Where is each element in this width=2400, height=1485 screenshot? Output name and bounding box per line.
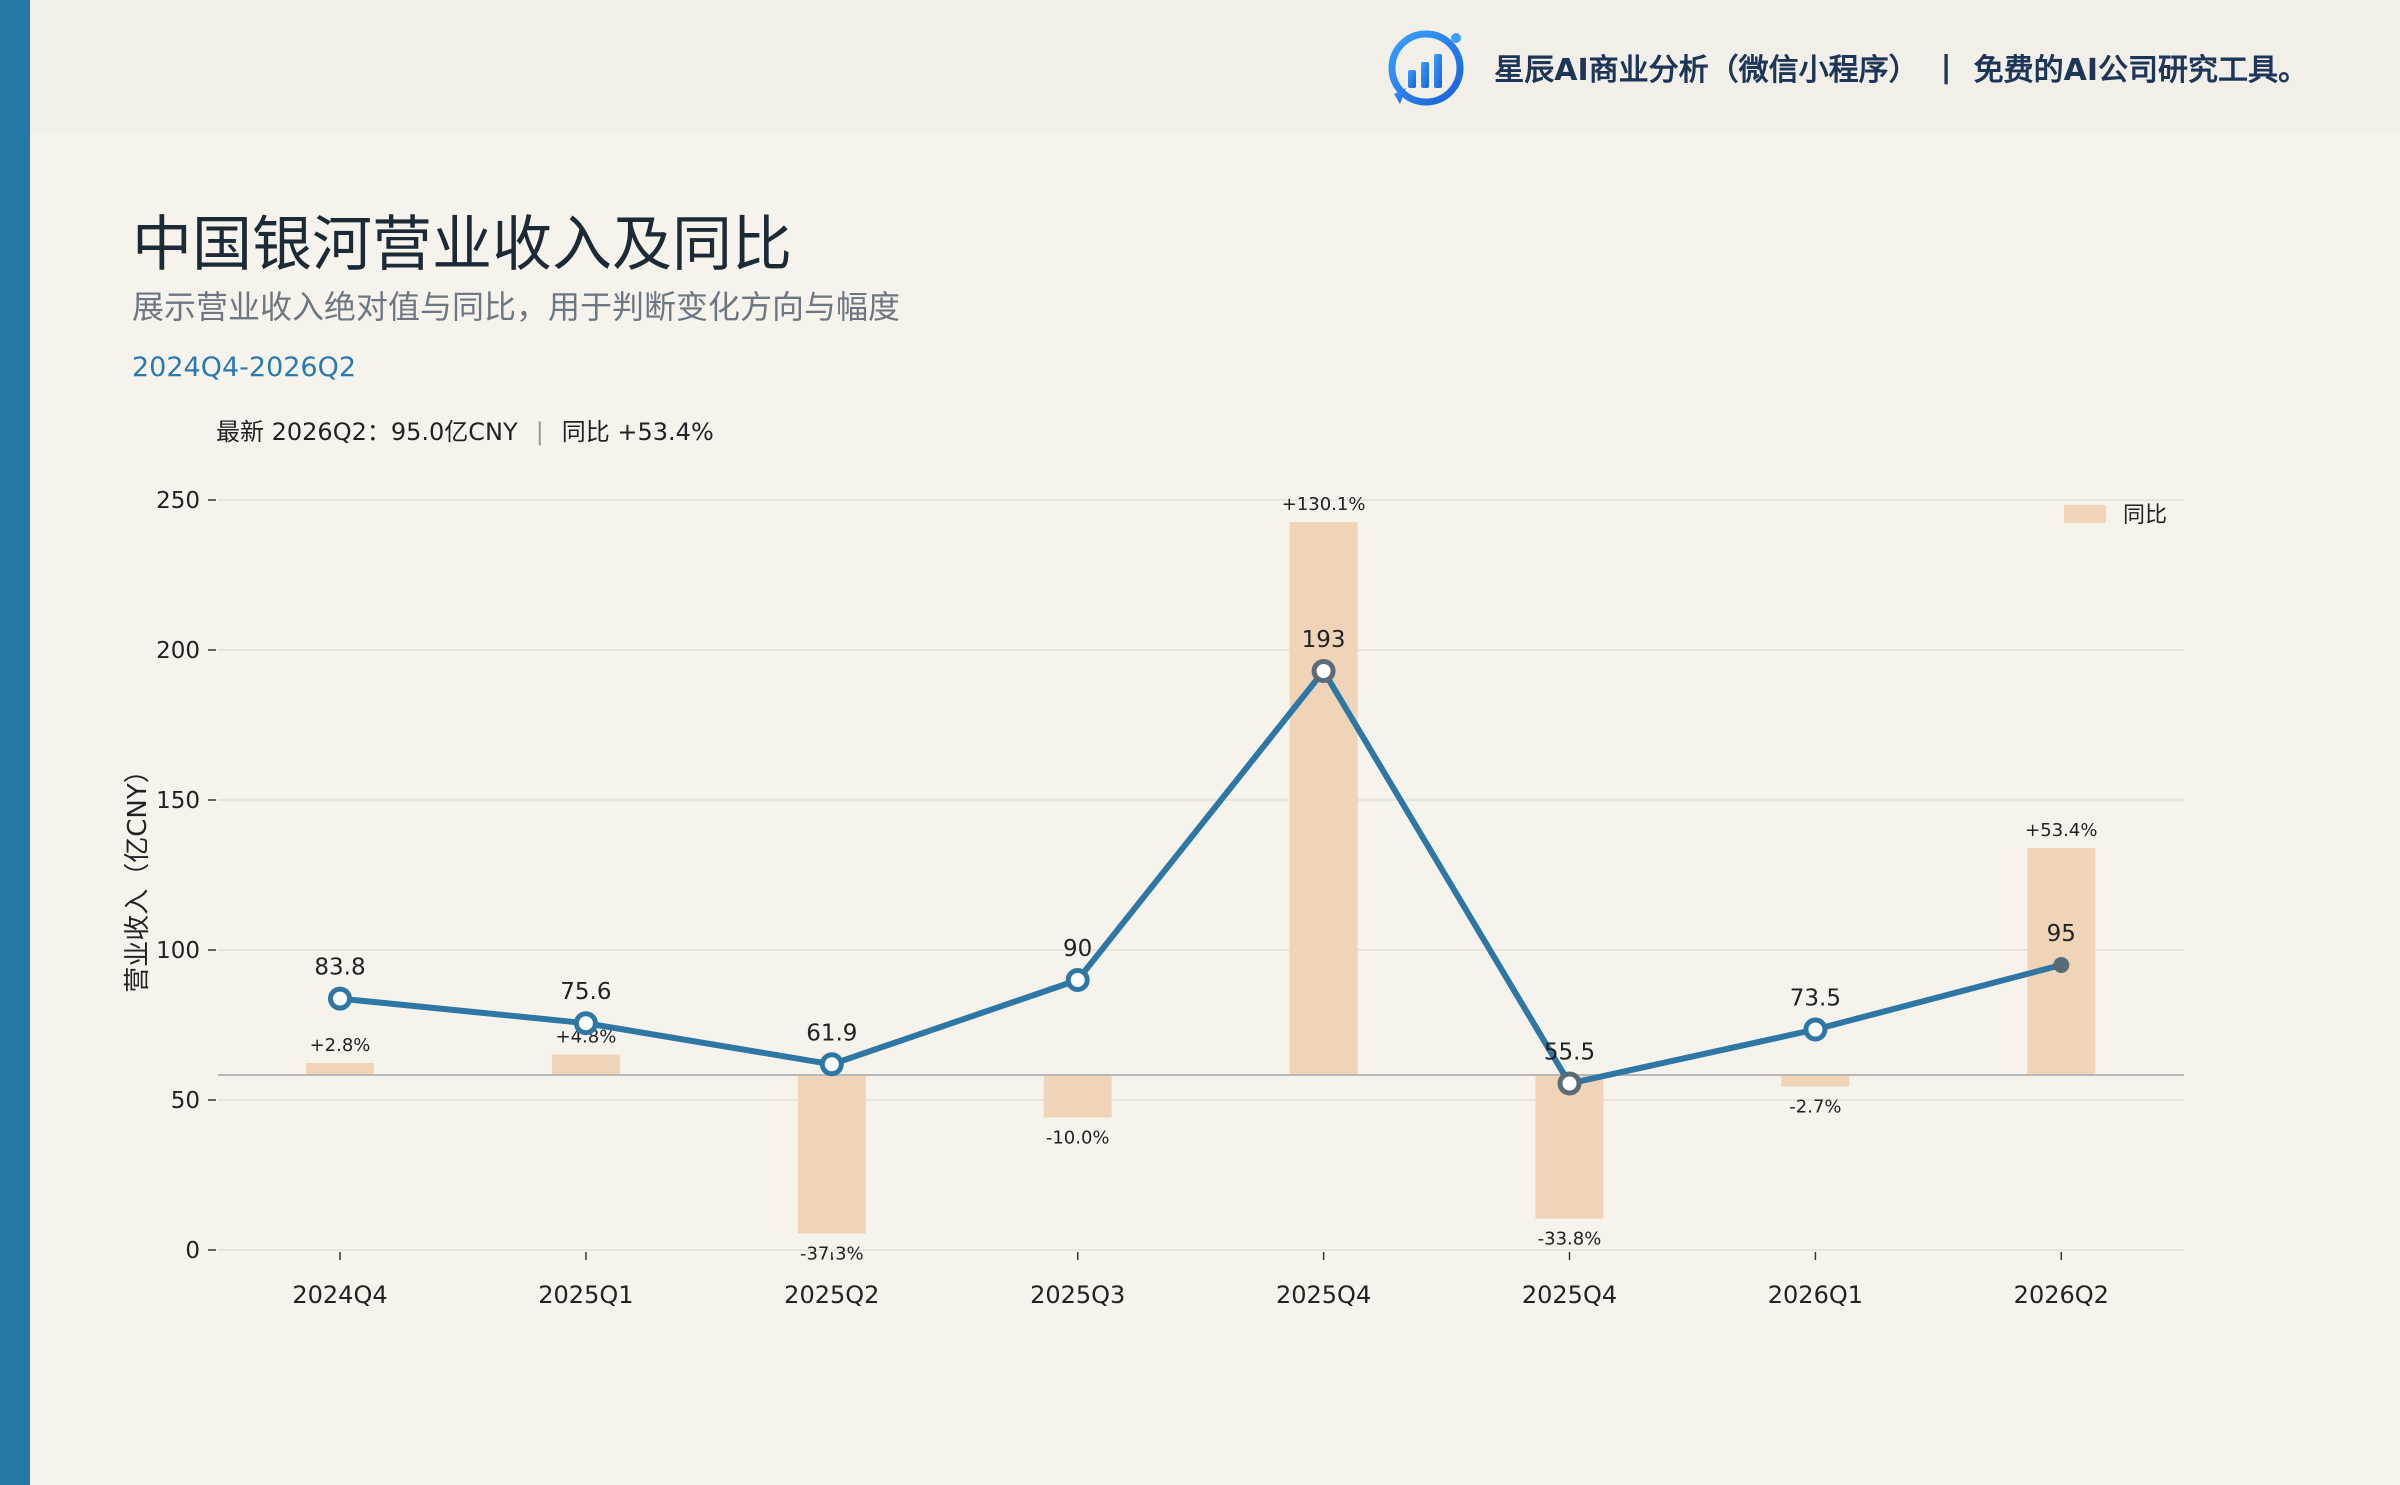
x-tick-label: 2025Q1 — [538, 1281, 633, 1309]
x-tick-label: 2025Q4 — [1276, 1281, 1371, 1309]
yoy-bar — [797, 1075, 866, 1234]
yoy-bar — [551, 1054, 620, 1075]
yoy-bar-label: +2.8% — [310, 1035, 371, 1056]
x-tick-label: 2026Q2 — [2014, 1281, 2109, 1309]
revenue-value-label: 75.6 — [560, 979, 611, 1005]
revenue-point — [2053, 957, 2070, 973]
y-tick-label: 250 — [156, 488, 200, 514]
yoy-bar-label: +130.1% — [1282, 494, 1366, 515]
y-tick-label: 100 — [156, 938, 200, 964]
revenue-point — [1557, 1071, 1582, 1096]
revenue-value-label: 90 — [1063, 936, 1092, 962]
y-axis-label: 营业收入（亿CNY） — [123, 757, 153, 993]
x-tick-label: 2025Q3 — [1030, 1281, 1125, 1309]
yoy-bar-label: -10.0% — [1046, 1128, 1110, 1149]
yoy-bar — [1043, 1075, 1112, 1118]
revenue-line — [339, 668, 2063, 1087]
yoy-bar — [306, 1063, 374, 1075]
revenue-value-label: 55.5 — [1544, 1040, 1595, 1066]
y-tick-label: 150 — [156, 788, 200, 814]
revenue-value-label: 83.8 — [314, 955, 365, 981]
revenue-value-label: 193 — [1302, 627, 1346, 653]
yoy-bar-label: +53.4% — [2025, 820, 2097, 841]
y-tick-label: 0 — [185, 1238, 200, 1264]
y-tick-label: 50 — [171, 1088, 200, 1114]
legend-label: 同比 — [2123, 503, 2167, 528]
revenue-point — [1803, 1017, 1828, 1042]
revenue-point — [573, 1011, 598, 1036]
yoy-bar — [1781, 1075, 1850, 1087]
revenue-value-label: 95 — [2047, 921, 2076, 947]
legend-swatch — [2064, 505, 2106, 523]
yoy-bar-label: -2.7% — [1789, 1096, 1841, 1117]
y-tick-label: 200 — [156, 638, 200, 664]
x-tick-label: 2025Q2 — [784, 1281, 879, 1309]
x-tick-label: 2025Q4 — [1522, 1281, 1617, 1309]
revenue-point — [1311, 659, 1336, 683]
revenue-value-label: 61.9 — [806, 1020, 857, 1046]
yoy-bar — [1289, 522, 1358, 1075]
revenue-point — [328, 986, 352, 1011]
revenue-yoy-chart: 050100150200250营业收入（亿CNY）+2.8% +4.8%-37.3… — [123, 488, 2184, 1309]
x-tick-label: 2024Q4 — [292, 1281, 387, 1309]
revenue-point — [1065, 968, 1090, 992]
revenue-point — [819, 1052, 844, 1077]
yoy-bar — [1535, 1075, 1604, 1219]
x-tick-label: 2026Q1 — [1768, 1281, 1863, 1309]
revenue-value-label: 73.5 — [1790, 986, 1841, 1012]
yoy-bar-label: -33.8% — [1538, 1229, 1602, 1250]
